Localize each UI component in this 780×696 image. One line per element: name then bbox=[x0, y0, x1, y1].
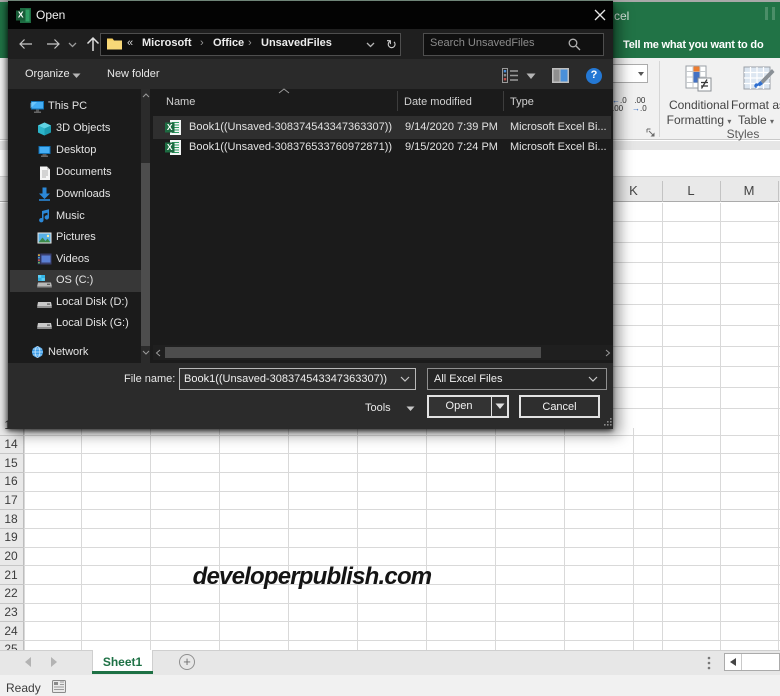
svg-text:X: X bbox=[167, 122, 173, 132]
svg-text:X: X bbox=[167, 142, 173, 152]
svg-text:X: X bbox=[18, 10, 24, 20]
